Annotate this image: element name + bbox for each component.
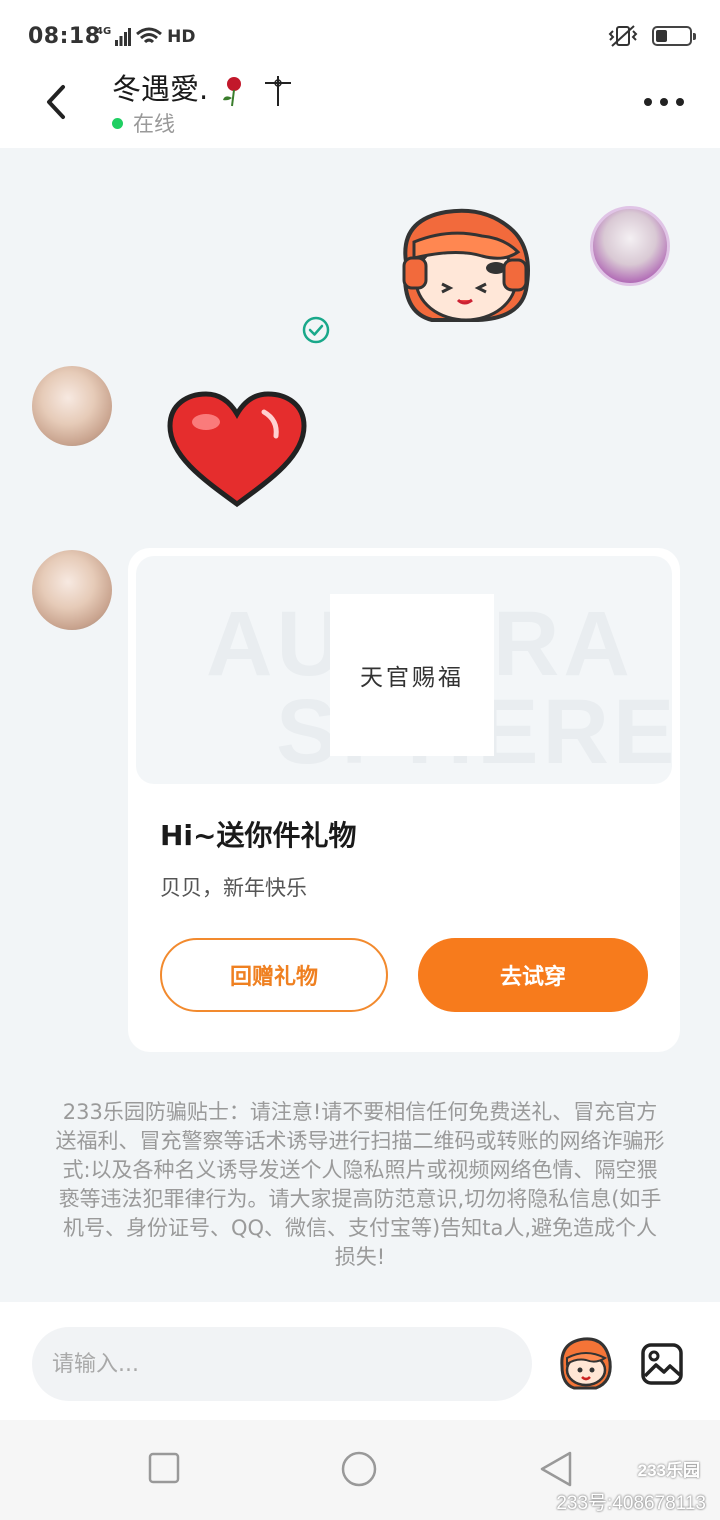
back-button[interactable] [34,80,78,124]
image-icon[interactable] [640,1342,684,1386]
try-on-button[interactable]: 去试穿 [418,938,648,1012]
received-heart-sticker[interactable] [164,390,310,510]
message-input-bar [0,1302,720,1420]
presence-status: 在线 [112,108,175,138]
gift-banner: AURORA SPHERE 天官赐福 [136,556,672,784]
signal-icon [115,28,132,46]
gift-item-image[interactable]: 天官赐福 [330,594,494,756]
chevron-left-icon [47,85,65,119]
gift-card: AURORA SPHERE 天官赐福 Hi~送你件礼物 贝贝，新年快乐 回赠礼物… [128,548,680,1052]
status-bar: 08:18 4G HD [0,0,720,74]
status-time: 08:18 [28,24,101,49]
site-logo-watermark: 233乐园 [637,1461,700,1480]
message-input[interactable] [32,1327,532,1401]
presence-text: 在线 [133,112,175,136]
system-nav-bar: 233乐园 233号:408678113 [0,1420,720,1520]
battery-icon [652,26,696,46]
sent-sticker-mascot[interactable] [386,202,538,326]
contact-name: 冬遇愛. [112,66,295,108]
chat-header: 冬遇愛. 在线 [0,72,720,148]
rose-icon [223,77,242,107]
network-label: 4G [96,26,112,37]
more-options-button[interactable] [644,92,684,112]
recent-apps-square-icon[interactable] [148,1452,180,1484]
avatar-peer[interactable] [32,366,112,446]
hd-label: HD [167,27,196,47]
status-right [608,24,696,48]
more-dot [644,98,652,106]
online-dot [112,117,123,129]
back-triangle-icon[interactable] [538,1450,574,1488]
vibrate-icon [608,25,638,47]
status-icons: 4G HD [96,24,196,50]
gift-title: Hi~送你件礼物 [160,819,357,852]
more-dot [660,98,668,106]
home-circle-icon[interactable] [340,1450,378,1488]
wifi-icon [136,27,163,44]
read-check-icon [302,316,330,344]
avatar-self[interactable] [590,206,670,286]
sticker-emoji-icon[interactable] [556,1334,614,1392]
user-id-watermark: 233号:408678113 [556,1493,706,1514]
gift-item-label: 天官赐福 [360,665,464,691]
gift-message: 贝贝，新年快乐 [160,876,307,900]
more-dot [676,98,684,106]
anti-fraud-notice: 233乐园防骗贴士：请注意!请不要相信任何免费送礼、冒充官方送福利、冒充警察等话… [55,1100,665,1269]
cross-ornament-icon [264,76,291,106]
avatar-peer[interactable] [32,550,112,630]
return-gift-button[interactable]: 回赠礼物 [160,938,388,1012]
